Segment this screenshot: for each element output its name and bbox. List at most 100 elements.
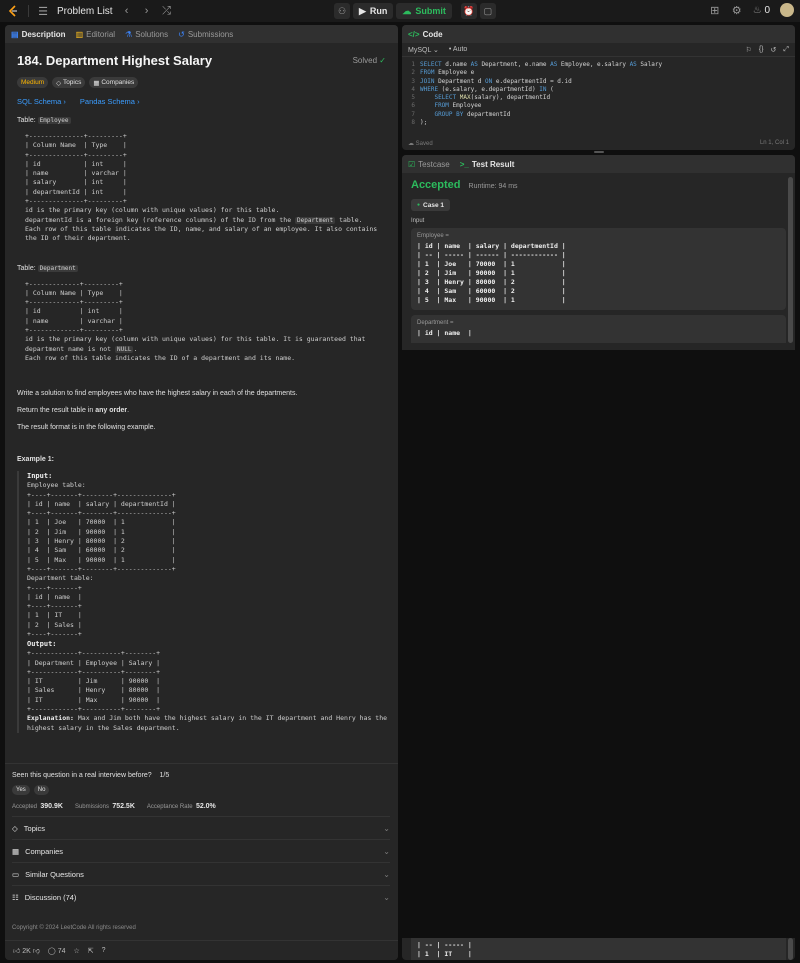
table1-heading: Table: Employee xyxy=(17,117,71,124)
alarm-button[interactable]: ⏰ xyxy=(460,3,477,19)
language-select[interactable]: MySQL ⌄ xyxy=(408,46,439,54)
scrollbar[interactable] xyxy=(788,177,793,343)
output-label: Output: xyxy=(27,640,57,649)
tab-description[interactable]: ▤ Description xyxy=(11,30,66,39)
note-icon: ▢ xyxy=(483,5,493,16)
bookmark-icon[interactable]: ⚐ xyxy=(746,46,752,54)
history-icon: ↺ xyxy=(178,29,185,39)
reset-icon[interactable]: ↺ xyxy=(771,46,777,54)
top-bar: ☰ Problem List ‹ › ⤮ ⚇ ▶ Run ☁ Submit ⏰ ▢ … xyxy=(0,0,800,22)
terminal-icon: >_ xyxy=(459,159,469,169)
notes-button[interactable]: ▢ xyxy=(479,3,496,19)
scrollbar[interactable] xyxy=(788,938,793,960)
interview-question: Seen this question in a real interview b… xyxy=(12,772,170,779)
tab-solutions[interactable]: ⚗ Solutions xyxy=(125,30,168,39)
problem-list-link[interactable]: Problem List xyxy=(57,6,113,17)
expand-icon[interactable]: ⤢ xyxy=(783,46,789,54)
format-text: The result format is in the following ex… xyxy=(17,424,156,432)
cloud-icon: ☁ xyxy=(408,140,414,147)
tab-testcase[interactable]: ☑ Testcase xyxy=(408,160,450,169)
book-open-icon: ▭ xyxy=(12,869,20,879)
department-input-label: Department = xyxy=(417,320,454,326)
submit-button[interactable]: ☁ Submit xyxy=(396,3,452,19)
bug-icon: ⚇ xyxy=(337,5,347,16)
no-button[interactable]: No xyxy=(33,785,50,795)
accordion-discussion[interactable]: ☷ Discussion (74) ⌄ xyxy=(12,885,390,908)
table2-note-2: department name is not NULL. xyxy=(25,344,138,353)
list-icon[interactable]: ☰ xyxy=(37,5,49,18)
accordion-similar-questions[interactable]: ▭ Similar Questions ⌄ xyxy=(12,862,390,885)
example-title: Example 1: xyxy=(17,456,54,464)
auto-toggle[interactable]: • Auto xyxy=(449,46,467,54)
thumbs-down-icon: 👎︎ xyxy=(32,948,40,955)
share-icon[interactable]: ⇱ xyxy=(88,947,94,955)
table1-note-3: Each row of this table indicates the ID,… xyxy=(25,224,378,243)
case-1-tab[interactable]: ● Case 1 xyxy=(411,199,450,211)
pandas-schema-link[interactable]: Pandas Schema › xyxy=(80,97,140,106)
chevron-down-icon: ⌄ xyxy=(383,892,390,902)
department-schema: +-------------+---------+ | Column Name … xyxy=(25,279,123,335)
problem-title[interactable]: 184. Department Highest Salary xyxy=(17,53,212,68)
chevron-left-icon[interactable]: ‹ xyxy=(121,5,133,17)
table1-note-2: departmentId is a foreign key (reference… xyxy=(25,215,363,224)
interview-section: Seen this question in a real interview b… xyxy=(12,771,390,810)
result-panel: ☑ Testcase >_ Test Result Accepted Runtime… xyxy=(402,155,795,350)
alarm-clock-icon: ⏰ xyxy=(463,5,475,16)
dot-icon: • xyxy=(448,45,452,53)
editor-footer: ☁ Saved Ln 1, Col 1 xyxy=(402,136,795,150)
save-status: ☁ Saved xyxy=(408,140,433,147)
chevron-right-icon: › xyxy=(63,97,66,106)
streak-counter[interactable]: ♨ 0 xyxy=(753,5,770,16)
tab-code[interactable]: </> Code xyxy=(408,30,443,39)
bottom-action-bar: 👍︎ 2K 👎︎ ◯ 74 ☆ ⇱ ? xyxy=(5,940,398,960)
debug-button[interactable]: ⚇ xyxy=(334,3,350,19)
book-icon: ▥ xyxy=(75,29,84,39)
tab-test-result[interactable]: >_ Test Result xyxy=(460,160,515,169)
tab-submissions[interactable]: ↺ Submissions xyxy=(178,30,233,39)
input-label: Input xyxy=(411,218,425,224)
blank-area xyxy=(398,350,800,940)
chevron-right-icon[interactable]: › xyxy=(141,5,153,17)
braces-icon[interactable]: {} xyxy=(759,46,764,54)
department-input-box: Department = | id | name | xyxy=(411,315,786,343)
description-tabs: ▤ Description ▥ Editorial ⚗ Solutions ↺ Subm… xyxy=(5,25,398,43)
department-input-table-tail: | -- | ----- | | 1 | IT | xyxy=(417,941,472,958)
help-icon[interactable]: ? xyxy=(102,947,106,954)
department-table-label: Department table: xyxy=(27,574,94,583)
employee-input-table: | id | name | salary | departmentId | | … xyxy=(417,242,566,304)
star-icon[interactable]: ☆ xyxy=(74,947,80,955)
flask-icon: ⚗ xyxy=(125,29,133,39)
resize-handle[interactable] xyxy=(594,151,604,153)
sql-schema-link[interactable]: SQL Schema › xyxy=(17,97,66,106)
difficulty-badge: Medium xyxy=(17,77,49,88)
chat-icon: ☷ xyxy=(12,892,19,902)
tab-editorial[interactable]: ▥ Editorial xyxy=(76,30,115,39)
return-text: Return the result table in any order. xyxy=(17,407,130,415)
leetcode-logo-icon[interactable] xyxy=(6,4,20,18)
accordion-topics[interactable]: ◇ Topics ⌄ xyxy=(12,816,390,839)
companies-tag[interactable]: ▦ Companies xyxy=(89,77,139,88)
run-button[interactable]: ▶ Run xyxy=(353,3,394,19)
topics-tag[interactable]: ◇ Topics xyxy=(52,77,86,88)
code-panel: </> Code MySQL ⌄ • Auto ⚐ {} ↺ ⤢ 12345678… xyxy=(402,25,795,150)
task-text: Write a solution to find employees who h… xyxy=(17,390,298,398)
avatar[interactable] xyxy=(780,3,794,17)
comment-icon: ◯ xyxy=(47,947,56,955)
shuffle-icon[interactable]: ⤮ xyxy=(161,5,173,18)
like-button[interactable]: 👍︎ 2K 👎︎ xyxy=(13,946,40,955)
dot-icon: ● xyxy=(417,202,421,208)
acceptance-stats: Accepted 390.9K Submissions 752.5K Accep… xyxy=(12,803,216,810)
department-table: +----+-------+ | id | name | +----+-----… xyxy=(27,583,82,638)
tag-icon: ◇ xyxy=(56,79,62,87)
accordion-companies[interactable]: ▦ Companies ⌄ xyxy=(12,839,390,862)
layout-grid-icon[interactable]: ⊞ xyxy=(709,4,721,17)
comment-button[interactable]: ◯ 74 xyxy=(48,947,66,955)
gear-icon[interactable]: ⚙ xyxy=(731,4,743,17)
yes-button[interactable]: Yes xyxy=(12,785,30,795)
fire-icon: ♨ xyxy=(752,4,762,16)
problem-description: 184. Department Highest Salary Solved ✓ … xyxy=(5,43,398,741)
table2-heading: Table: Department xyxy=(17,264,78,272)
table2-note-3: Each row of this table indicates the ID … xyxy=(25,353,296,362)
accordion-list: ◇ Topics ⌄ ▦ Companies ⌄ ▭ Similar Questions ⌄… xyxy=(12,816,390,908)
code-editor[interactable]: 12345678 SELECT d.name AS Department, e.… xyxy=(402,57,795,127)
